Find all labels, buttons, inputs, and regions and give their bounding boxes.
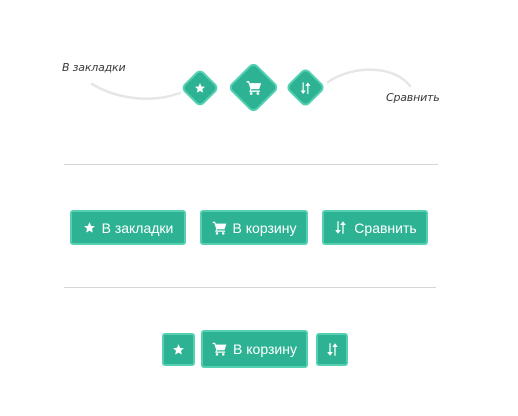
compare-button[interactable]: Сравнить — [322, 210, 428, 245]
cart-icon — [212, 342, 227, 356]
bookmark-button-label: В закладки — [101, 219, 174, 236]
bookmark-button[interactable]: В закладки — [70, 210, 186, 245]
star-icon — [172, 343, 185, 356]
cart-button-label: В корзину — [232, 219, 297, 236]
compare-button-label: Сравнить — [354, 219, 417, 236]
cart-icon — [246, 80, 262, 95]
compare-icon-button[interactable] — [316, 333, 348, 366]
page: В закладки Сравнить В закладки В корзину — [0, 0, 518, 416]
cart-icon — [212, 221, 227, 235]
divider — [64, 164, 438, 165]
bookmark-icon-button[interactable] — [162, 333, 195, 366]
divider — [64, 287, 436, 288]
cart-button-label: В корзину — [233, 341, 297, 357]
star-icon — [83, 221, 96, 234]
compare-arrows-icon — [299, 81, 313, 95]
compare-hint: Сравнить — [386, 91, 440, 104]
compare-arrows-icon — [333, 220, 348, 235]
compare-arrows-icon — [325, 342, 340, 357]
add-to-cart-button[interactable]: В корзину — [200, 210, 308, 245]
add-to-cart-button-compact[interactable]: В корзину — [201, 330, 308, 368]
bookmark-hint: В закладки — [62, 61, 126, 74]
star-icon — [194, 82, 206, 94]
